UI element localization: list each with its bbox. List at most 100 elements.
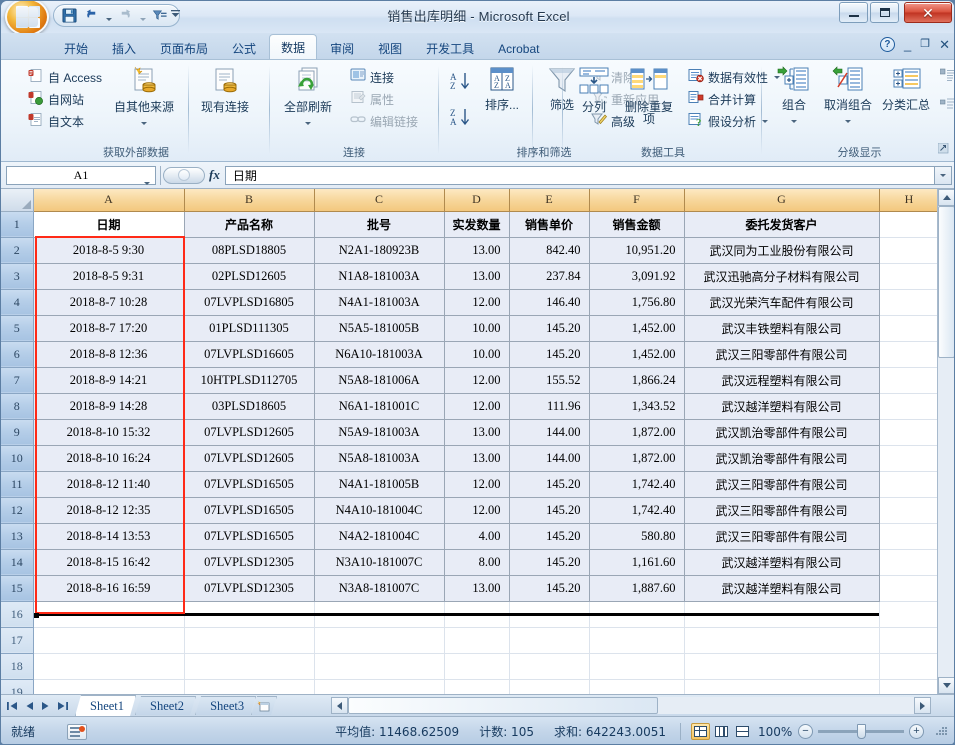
cell-c[interactable] [314,653,444,679]
cell-product[interactable]: 01PLSD111305 [184,315,314,341]
cell-product[interactable]: 07LVPLSD12305 [184,575,314,601]
connections-button[interactable]: 连接 [347,67,397,87]
group-button[interactable]: 组合 [769,64,819,126]
scroll-right-button[interactable] [914,697,931,714]
cell-qty[interactable]: 13.00 [444,263,509,289]
from-access-button[interactable]: 自 Access [25,67,105,88]
horizontal-scroll-thumb[interactable] [348,697,658,714]
cell-h[interactable] [879,419,939,445]
cell-batch[interactable]: N4A1-181003A [314,289,444,315]
from-text-button[interactable]: 自文本 [25,111,87,132]
help-icon[interactable]: ? [880,37,895,52]
next-sheet-icon[interactable] [41,701,50,711]
cell-amount[interactable]: 1,872.00 [589,419,684,445]
cell-g[interactable] [684,679,879,694]
row-header[interactable]: 15 [1,575,33,601]
cell-amount[interactable]: 1,161.60 [589,549,684,575]
cell-product[interactable]: 10HTPLSD112705 [184,367,314,393]
row-header[interactable]: 12 [1,497,33,523]
cell-qty[interactable]: 4.00 [444,523,509,549]
cell-batch[interactable]: N6A1-181001C [314,393,444,419]
redo-icon[interactable] [116,6,135,25]
cell-f1[interactable]: 销售金额 [589,211,684,237]
zoom-slider[interactable]: − + [798,724,924,739]
ungroup-button[interactable]: 取消组合 [819,64,877,126]
cell-qty[interactable]: 10.00 [444,341,509,367]
cell-b[interactable] [184,627,314,653]
cell-h[interactable] [879,549,939,575]
cell-batch[interactable]: N6A10-181003A [314,341,444,367]
cell-amount[interactable]: 3,091.92 [589,263,684,289]
cell-amount[interactable]: 1,872.00 [589,445,684,471]
first-sheet-icon[interactable] [7,701,18,711]
cell-price[interactable]: 145.20 [509,549,589,575]
last-sheet-icon[interactable] [57,701,68,711]
cell-customer[interactable]: 武汉远程塑料有限公司 [684,367,879,393]
sheet-tab-sheet3[interactable]: Sheet3 [195,696,256,715]
cell-date[interactable]: 2018-8-10 16:24 [33,445,184,471]
previous-sheet-icon[interactable] [25,701,34,711]
row-header[interactable]: 19 [1,679,33,694]
cell-price[interactable]: 842.40 [509,237,589,263]
cell-customer[interactable]: 武汉同为工业股份有限公司 [684,237,879,263]
cell-date[interactable]: 2018-8-9 14:28 [33,393,184,419]
cell-batch[interactable]: N4A10-181004C [314,497,444,523]
cell-date[interactable]: 2018-8-14 13:53 [33,523,184,549]
cell-e[interactable] [509,679,589,694]
zoom-level-label[interactable]: 100% [758,725,792,739]
cell-h[interactable] [879,627,939,653]
cell-product[interactable]: 07LVPLSD16805 [184,289,314,315]
cell-customer[interactable]: 武汉迅驰高分子材料有限公司 [684,263,879,289]
from-web-button[interactable]: 自网站 [25,89,87,110]
cell-g[interactable] [684,653,879,679]
cell-h[interactable] [879,601,939,627]
scroll-down-button[interactable] [938,677,955,694]
filter-icon[interactable] [150,6,169,25]
cell-product[interactable]: 07LVPLSD16505 [184,523,314,549]
cell-qty[interactable]: 13.00 [444,575,509,601]
view-page-break-button[interactable] [733,723,752,740]
cell-amount[interactable]: 580.80 [589,523,684,549]
cell-amount[interactable]: 1,742.40 [589,471,684,497]
undo-icon[interactable] [82,6,101,25]
cell-h[interactable] [879,471,939,497]
cell-f[interactable] [589,627,684,653]
cell-amount[interactable]: 1,742.40 [589,497,684,523]
cell-batch[interactable]: N3A10-181007C [314,549,444,575]
cell-date[interactable]: 2018-8-16 16:59 [33,575,184,601]
cell-price[interactable]: 145.20 [509,341,589,367]
tab-page-layout[interactable]: 页面布局 [149,37,219,60]
row-header[interactable]: 3 [1,263,33,289]
cell-e1[interactable]: 销售单价 [509,211,589,237]
tab-acrobat[interactable]: Acrobat [487,37,550,60]
cell-date[interactable]: 2018-8-7 17:20 [33,315,184,341]
chevron-down-icon[interactable] [144,174,150,189]
cell-price[interactable]: 145.20 [509,315,589,341]
cell-qty[interactable]: 12.00 [444,289,509,315]
cell-qty[interactable]: 10.00 [444,315,509,341]
cell-h[interactable] [879,393,939,419]
edit-links-button[interactable]: 编辑链接 [347,111,421,131]
cell-customer[interactable]: 武汉凯治零部件有限公司 [684,419,879,445]
cell-b1[interactable]: 产品名称 [184,211,314,237]
cell-b[interactable] [184,653,314,679]
cell-h[interactable] [879,289,939,315]
scroll-up-button[interactable] [938,189,955,206]
row-header[interactable]: 6 [1,341,33,367]
cell-b[interactable] [184,679,314,694]
cell-price[interactable]: 145.20 [509,497,589,523]
cell-a[interactable] [33,627,184,653]
zoom-out-button[interactable]: − [798,724,813,739]
row-header-1[interactable]: 1 [1,211,33,237]
horizontal-scrollbar[interactable] [331,697,931,714]
customize-qat-icon[interactable] [169,7,182,23]
tab-developer[interactable]: 开发工具 [415,37,485,60]
cell-f[interactable] [589,653,684,679]
tab-data[interactable]: 数据 [269,34,317,60]
cell-product[interactable]: 08PLSD18805 [184,237,314,263]
zoom-thumb[interactable] [857,724,866,739]
subtotal-button[interactable]: 分类汇总 [877,64,935,112]
cell-qty[interactable]: 8.00 [444,549,509,575]
cell-batch[interactable]: N5A8-181003A [314,445,444,471]
cell-date[interactable]: 2018-8-9 14:21 [33,367,184,393]
